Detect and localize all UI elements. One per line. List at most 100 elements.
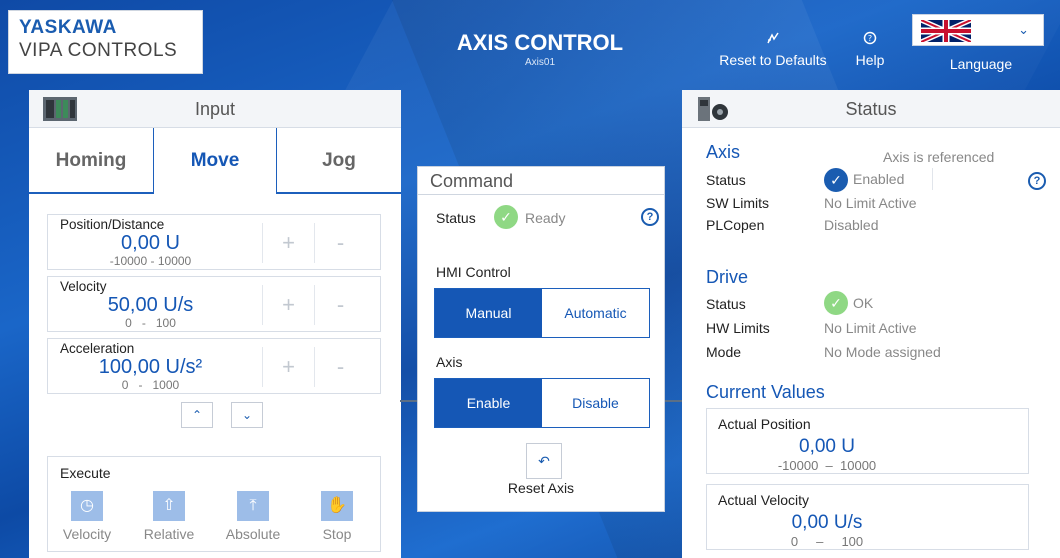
- execute-velocity-button[interactable]: ◷ Velocity: [52, 491, 122, 542]
- axis-status-label: Status: [706, 172, 746, 188]
- plcopen-label: PLCopen: [706, 217, 765, 233]
- drive-status-value: OK: [853, 295, 874, 311]
- current-values-title: Current Values: [706, 382, 825, 402]
- tab-jog[interactable]: Jog: [277, 128, 401, 194]
- language-select[interactable]: ⌄: [912, 14, 1044, 46]
- acceleration-label: Acceleration: [60, 341, 135, 356]
- reset-axis-button[interactable]: ↶: [526, 443, 562, 479]
- actual-velocity-range-separator: –: [816, 534, 824, 549]
- command-status-value: Ready: [525, 210, 566, 226]
- velocity-label: Velocity: [60, 279, 107, 294]
- axis-referenced-note: Axis is referenced: [883, 149, 995, 165]
- arrow-up-icon: ⇧: [153, 491, 185, 521]
- reset-to-defaults-button[interactable]: Reset to Defaults: [708, 30, 838, 68]
- acceleration-range: 0 - 1000: [48, 378, 253, 392]
- command-panel-title: Command: [418, 167, 664, 195]
- position-minus-button[interactable]: -: [314, 223, 366, 263]
- velocity-input[interactable]: 50,00 U/s: [48, 294, 253, 317]
- velocity-plus-button[interactable]: +: [262, 285, 314, 325]
- actual-position-max: 10000: [840, 458, 877, 473]
- help-button[interactable]: ? Help: [848, 30, 892, 68]
- language-label: Language: [949, 56, 1013, 72]
- actual-velocity-value: 0,00 U/s: [791, 512, 863, 533]
- actual-position-range: -10000 – 10000: [707, 458, 947, 473]
- help-label: Help: [855, 52, 885, 68]
- axis-toggle: Enable Disable: [434, 378, 650, 428]
- logo-line-2: VIPA CONTROLS: [19, 40, 178, 61]
- help-icon: ?: [848, 30, 892, 52]
- chevron-up-icon: ⌃: [191, 408, 203, 422]
- status-panel-title: Status: [845, 99, 897, 119]
- arrow-to-top-icon: ⤒: [237, 491, 269, 521]
- actual-position-box: Actual Position 0,00 U -10000 – 10000: [706, 408, 1029, 474]
- chevron-down-icon: ⌄: [1018, 22, 1029, 37]
- position-plus-button[interactable]: +: [262, 223, 314, 263]
- acceleration-plus-button[interactable]: +: [262, 347, 314, 387]
- actual-position-range-separator: –: [825, 458, 833, 473]
- mode-label: Mode: [706, 344, 742, 360]
- uk-flag-icon: [921, 20, 971, 42]
- drive-section-title: Drive: [706, 267, 749, 287]
- divider: [932, 168, 933, 190]
- check-icon: ✓: [824, 291, 848, 315]
- logo: YASKAWA VIPA CONTROLS: [8, 10, 203, 74]
- execute-relative-label: Relative: [143, 526, 195, 542]
- acceleration-input[interactable]: 100,00 U/s²: [48, 356, 253, 379]
- execute-stop-button[interactable]: ✋ Stop: [302, 491, 372, 542]
- position-label: Position/Distance: [60, 217, 165, 232]
- undo-icon: ↶: [538, 453, 550, 469]
- status-panel-header: Status: [682, 90, 1060, 128]
- actual-velocity-range: 0 – 100: [707, 534, 947, 549]
- actual-velocity-box: Actual Velocity 0,00 U/s 0 – 100: [706, 484, 1029, 550]
- execute-box: Execute ◷ Velocity ⇧ Relative ⤒ Absolute…: [47, 456, 381, 552]
- velocity-minus-button[interactable]: -: [314, 285, 366, 325]
- position-input[interactable]: 0,00 U: [48, 232, 253, 255]
- collapse-button[interactable]: ⌃: [181, 402, 213, 428]
- position-max: 10000: [157, 254, 192, 268]
- speedometer-icon: ◷: [71, 491, 103, 521]
- automatic-button[interactable]: Automatic: [542, 289, 649, 337]
- axis-section-title: Axis: [706, 142, 741, 162]
- velocity-range: 0 - 100: [48, 316, 253, 330]
- actual-position-label: Actual Position: [718, 416, 811, 432]
- drive-status-label: Status: [706, 296, 746, 312]
- chevron-down-icon: ⌄: [241, 408, 253, 422]
- acceleration-field: Acceleration 100,00 U/s² 0 - 1000 + -: [47, 338, 381, 394]
- actual-velocity-max: 100: [841, 534, 864, 549]
- logo-line-1: YASKAWA: [19, 17, 117, 38]
- svg-text:?: ?: [868, 34, 872, 43]
- position-range: -10000 - 10000: [48, 254, 253, 268]
- actual-position-value: 0,00 U: [799, 436, 855, 457]
- execute-stop-label: Stop: [322, 526, 352, 542]
- velocity-min: 0: [125, 316, 132, 330]
- velocity-field: Velocity 50,00 U/s 0 - 100 + -: [47, 276, 381, 332]
- manual-button[interactable]: Manual: [435, 289, 542, 337]
- expand-button[interactable]: ⌄: [231, 402, 263, 428]
- sw-limits-value: No Limit Active: [824, 195, 917, 211]
- connector-line: [664, 400, 682, 402]
- input-panel-header: Input: [29, 90, 401, 128]
- disable-button[interactable]: Disable: [542, 379, 649, 427]
- mode-value: No Mode assigned: [824, 344, 941, 360]
- execute-absolute-button[interactable]: ⤒ Absolute: [218, 491, 288, 542]
- hw-limits-label: HW Limits: [706, 320, 770, 336]
- status-help-icon[interactable]: ?: [1028, 172, 1046, 190]
- command-status-label: Status: [436, 210, 476, 226]
- input-panel-title: Input: [194, 99, 236, 119]
- command-help-icon[interactable]: ?: [641, 208, 659, 226]
- enable-button[interactable]: Enable: [435, 379, 542, 427]
- tab-move[interactable]: Move: [153, 128, 277, 194]
- connector-line: [400, 400, 418, 402]
- tab-homing[interactable]: Homing: [29, 128, 153, 194]
- hmi-control-toggle: Manual Automatic: [434, 288, 650, 338]
- input-panel: Input Homing Move Jog Position/Distance …: [29, 90, 401, 558]
- drive-image-icon: [696, 95, 730, 123]
- position-field: Position/Distance 0,00 U -10000 - 10000 …: [47, 214, 381, 270]
- reset-axis-label: Reset Axis: [507, 480, 575, 496]
- execute-velocity-label: Velocity: [62, 526, 112, 542]
- reset-defaults-icon: [708, 30, 838, 52]
- acceleration-minus-button[interactable]: -: [314, 347, 366, 387]
- plcopen-value: Disabled: [824, 217, 879, 233]
- execute-relative-button[interactable]: ⇧ Relative: [134, 491, 204, 542]
- sw-limits-label: SW Limits: [706, 195, 769, 211]
